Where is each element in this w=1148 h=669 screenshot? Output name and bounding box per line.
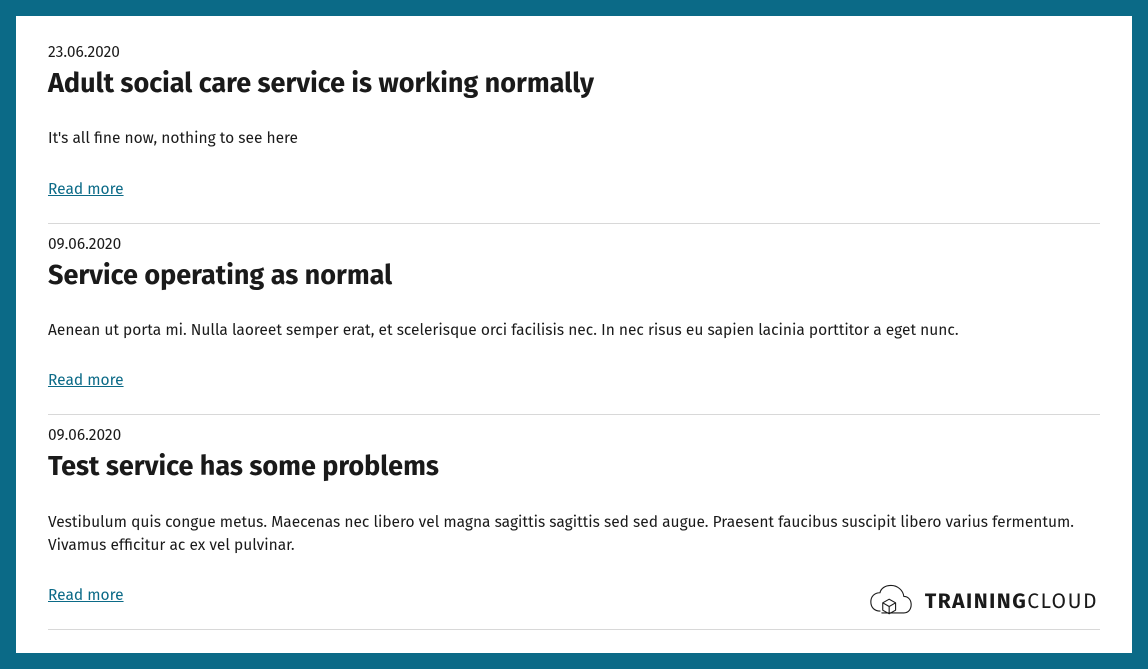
post-description: It's all fine now, nothing to see here <box>48 128 1100 151</box>
post-title: Test service has some problems <box>48 451 1100 483</box>
post-date: 23.06.2020 <box>48 44 1100 62</box>
post-item: 09.06.2020 Service operating as normal A… <box>48 224 1100 416</box>
brand-text-light: CLOUD <box>1027 588 1098 614</box>
post-description: Aenean ut porta mi. Nulla laoreet semper… <box>48 320 1100 343</box>
post-date: 09.06.2020 <box>48 236 1100 254</box>
post-description: Vestibulum quis congue metus. Maecenas n… <box>48 512 1100 559</box>
post-title: Adult social care service is working nor… <box>48 68 1100 100</box>
post-date: 09.06.2020 <box>48 427 1100 445</box>
post-item: 23.06.2020 Adult social care service is … <box>48 32 1100 224</box>
read-more-link[interactable]: Read more <box>48 372 124 390</box>
read-more-link[interactable]: Read more <box>48 587 124 605</box>
brand-text-bold: TRAINING <box>925 588 1027 614</box>
content-card: 23.06.2020 Adult social care service is … <box>16 16 1132 653</box>
cloud-icon <box>869 583 913 619</box>
read-more-link[interactable]: Read more <box>48 181 124 199</box>
brand-logo: TRAININGCLOUD <box>869 583 1098 619</box>
post-title: Service operating as normal <box>48 260 1100 292</box>
brand-text: TRAININGCLOUD <box>925 588 1098 614</box>
